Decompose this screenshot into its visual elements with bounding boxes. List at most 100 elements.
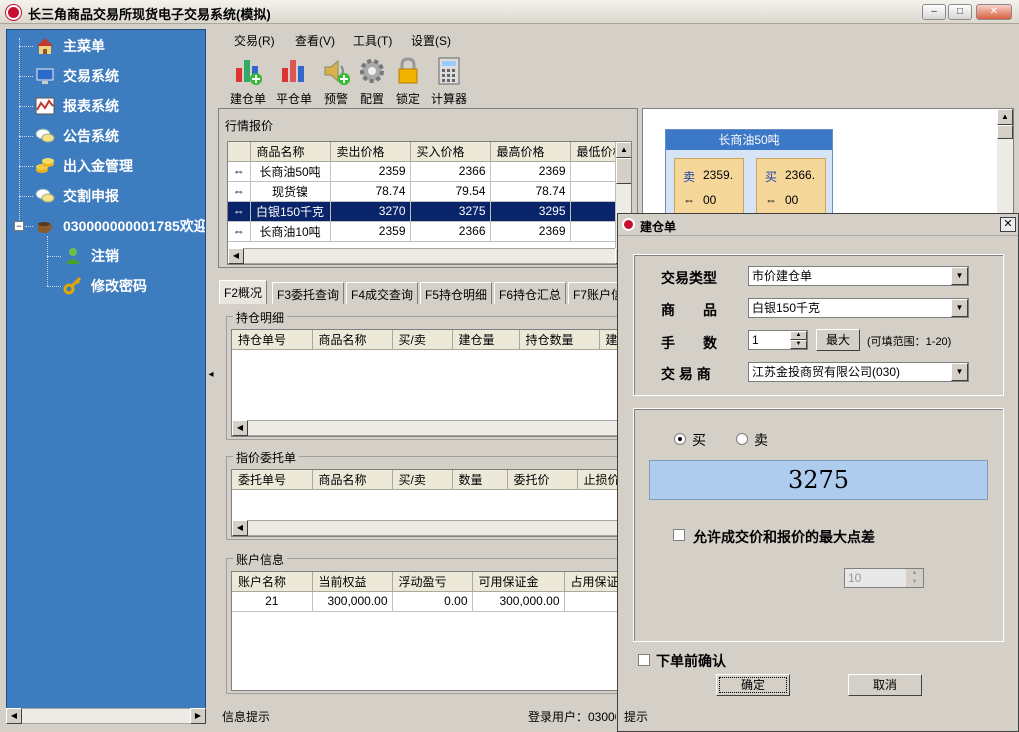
scroll-left-icon[interactable]: ◀ bbox=[232, 420, 248, 436]
card-vscrollbar[interactable]: ▲ bbox=[997, 109, 1013, 217]
quotes-hscrollbar[interactable]: ◀ ▶ bbox=[228, 248, 631, 264]
status-login-user: 登录用户：03000 bbox=[528, 710, 616, 724]
scroll-left-icon[interactable]: ◀ bbox=[232, 520, 248, 536]
col-used-margin[interactable]: 占用保证 bbox=[564, 572, 617, 592]
buy-quote-box[interactable]: 买 2366. ⇔ 00 bbox=[756, 158, 826, 216]
quotes-title: 行情报价 bbox=[225, 119, 274, 133]
qty-range-hint: (可填范围：1-20) bbox=[867, 336, 952, 348]
close-button[interactable]: ✕ bbox=[976, 4, 1012, 20]
menu-trade[interactable]: 交易(R) bbox=[234, 32, 275, 49]
dialog-status-hint: 提示 bbox=[624, 710, 649, 724]
sell-quote-box[interactable]: 卖 2359. ⇔ 00 bbox=[674, 158, 744, 216]
col-open-more[interactable]: 建 bbox=[599, 330, 617, 350]
dealer-select[interactable]: 江苏金投商贸有限公司(030) ▼ bbox=[748, 362, 969, 382]
tab-overview[interactable]: F2概况 bbox=[219, 280, 268, 304]
open-position-dialog: 建仓单 ✕ 交易类型 市价建仓单 ▼ 商 品 白银150千克 ▼ 手 数 1 ▲ ▼… bbox=[617, 213, 1019, 732]
menu-tools[interactable]: 工具(T) bbox=[353, 32, 392, 49]
col-side[interactable]: 买/卖 bbox=[392, 470, 453, 490]
orders-table: 委托单号 商品名称 买/卖 数量 委托价 止损价 ◀ bbox=[231, 469, 618, 537]
spin-up-icon[interactable]: ▲ bbox=[906, 569, 923, 578]
orders-hscrollbar[interactable]: ◀ bbox=[232, 520, 617, 536]
col-side[interactable]: 买/卖 bbox=[392, 330, 453, 350]
open-position-button[interactable]: 建仓单 bbox=[226, 56, 270, 107]
goods-select[interactable]: 白银150千克 ▼ bbox=[748, 298, 969, 318]
tab-trade-query[interactable]: F4成交查询 bbox=[346, 282, 419, 304]
max-qty-button[interactable]: 最大 bbox=[816, 329, 860, 351]
sidebar-scrollbar[interactable]: ◀ ▶ bbox=[6, 708, 206, 724]
splitter-arrow-icon[interactable]: ◂ bbox=[207, 360, 215, 390]
close-order-icon bbox=[282, 60, 304, 82]
menu-settings[interactable]: 设置(S) bbox=[411, 32, 451, 49]
sell-radio[interactable] bbox=[736, 433, 748, 445]
tab-order-query[interactable]: F3委托查询 bbox=[272, 282, 345, 304]
scroll-right-icon[interactable]: ▶ bbox=[190, 708, 206, 724]
collapse-toggle[interactable]: − bbox=[14, 221, 24, 231]
close-position-button[interactable]: 平仓单 bbox=[272, 56, 316, 107]
chevron-down-icon[interactable]: ▼ bbox=[951, 363, 968, 381]
app-logo-icon bbox=[6, 5, 21, 20]
scroll-up-icon[interactable]: ▲ bbox=[997, 109, 1013, 125]
confirm-before-order-label: 下单前确认 bbox=[656, 653, 726, 669]
col-open-qty[interactable]: 建仓量 bbox=[452, 330, 520, 350]
col-goods[interactable]: 商品名称 bbox=[312, 330, 393, 350]
scroll-left-icon[interactable]: ◀ bbox=[6, 708, 22, 724]
table-row-selected[interactable]: ⇔ 白银150千克 3270 3275 3295 bbox=[228, 201, 631, 222]
orders-group: 指价委托单 委托单号 商品名称 买/卖 数量 委托价 止损价 ◀ bbox=[226, 449, 618, 540]
table-row[interactable]: ⇔ 现货镍 78.74 79.54 78.74 bbox=[228, 181, 631, 202]
swap-arrow-icon: ⇔ bbox=[228, 181, 251, 202]
trade-type-select[interactable]: 市价建仓单 ▼ bbox=[748, 266, 969, 286]
tree-item-user[interactable]: 030000000001785欢迎 bbox=[35, 214, 205, 238]
dialog-close-icon[interactable]: ✕ bbox=[1000, 217, 1016, 232]
price-display: 3275 bbox=[649, 460, 988, 500]
col-account-name[interactable]: 账户名称 bbox=[232, 572, 313, 592]
calculator-button[interactable]: 计算器 bbox=[427, 56, 471, 107]
diff-stepper[interactable]: 10 ▲ ▼ bbox=[844, 568, 924, 588]
qty-stepper[interactable]: 1 ▲ ▼ bbox=[748, 330, 808, 350]
col-order-id[interactable]: 委托单号 bbox=[232, 470, 313, 490]
col-qty[interactable]: 数量 bbox=[452, 470, 508, 490]
scroll-thumb[interactable] bbox=[997, 125, 1013, 139]
table-row[interactable]: 21 300,000.00 0.00 300,000.00 bbox=[232, 591, 617, 612]
chevron-down-icon[interactable]: ▼ bbox=[951, 267, 968, 285]
confirm-before-order-checkbox[interactable] bbox=[638, 654, 650, 666]
spin-down-icon[interactable]: ▼ bbox=[906, 578, 923, 587]
tab-account[interactable]: F7账户信 bbox=[568, 282, 618, 304]
minimize-button[interactable]: – bbox=[922, 4, 946, 20]
sell-radio-label: 卖 bbox=[754, 432, 768, 448]
tab-position-summary[interactable]: F6持仓汇总 bbox=[494, 282, 567, 304]
ok-button[interactable]: 确定 bbox=[716, 674, 790, 696]
col-order-price[interactable]: 委托价 bbox=[507, 470, 578, 490]
col-buy-price[interactable]: 买入价格 bbox=[410, 142, 491, 162]
scroll-up-icon[interactable]: ▲ bbox=[616, 142, 631, 158]
col-stop-loss[interactable]: 止损价 bbox=[577, 470, 617, 490]
quote-card[interactable]: 长商油50吨 卖 2359. ⇔ 00 买 2366. ⇔ 00 bbox=[665, 129, 833, 219]
col-high-price[interactable]: 最高价格 bbox=[490, 142, 571, 162]
chevron-down-icon[interactable]: ▼ bbox=[951, 299, 968, 317]
lock-button[interactable]: 锁定 bbox=[386, 56, 430, 107]
col-position-id[interactable]: 持仓单号 bbox=[232, 330, 313, 350]
table-row[interactable]: ⇔ 长商油10吨 2359 2366 2369 bbox=[228, 221, 631, 242]
allow-diff-checkbox[interactable] bbox=[673, 529, 685, 541]
maximize-button[interactable]: □ bbox=[948, 4, 972, 20]
spin-down-icon[interactable]: ▼ bbox=[790, 340, 807, 349]
spin-up-icon[interactable]: ▲ bbox=[790, 331, 807, 340]
swap-arrow-icon: ⇔ bbox=[228, 161, 251, 182]
menu-view[interactable]: 查看(V) bbox=[295, 32, 335, 49]
positions-hscrollbar[interactable]: ◀ bbox=[232, 420, 617, 436]
col-hold-qty[interactable]: 持仓数量 bbox=[519, 330, 600, 350]
dealer-label: 交 易 商 bbox=[661, 366, 711, 382]
col-goods[interactable]: 商品名称 bbox=[312, 470, 393, 490]
col-equity[interactable]: 当前权益 bbox=[312, 572, 393, 592]
scroll-left-icon[interactable]: ◀ bbox=[228, 248, 244, 264]
quote-card-panel: 长商油50吨 卖 2359. ⇔ 00 买 2366. ⇔ 00 ▲ bbox=[642, 108, 1014, 219]
buy-radio[interactable] bbox=[674, 433, 686, 445]
col-floating-pnl[interactable]: 浮动盈亏 bbox=[392, 572, 473, 592]
tab-position-detail[interactable]: F5持仓明细 bbox=[420, 282, 493, 304]
scroll-thumb[interactable] bbox=[616, 158, 631, 184]
col-available-margin[interactable]: 可用保证金 bbox=[472, 572, 565, 592]
col-sell-price[interactable]: 卖出价格 bbox=[330, 142, 411, 162]
cancel-button[interactable]: 取消 bbox=[848, 674, 922, 696]
quotes-panel: 行情报价 商品名称 卖出价格 买入价格 最高价格 最低价格 ⇔ 长商油50吨 235… bbox=[218, 108, 638, 268]
table-row[interactable]: ⇔ 长商油50吨 2359 2366 2369 bbox=[228, 161, 631, 182]
col-goods[interactable]: 商品名称 bbox=[250, 142, 331, 162]
